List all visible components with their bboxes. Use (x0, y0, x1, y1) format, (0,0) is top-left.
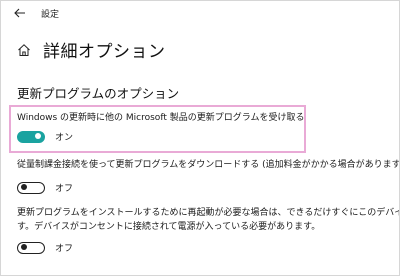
toggle-switch[interactable] (17, 130, 45, 143)
option-description: Windows の更新時に他の Microsoft 製品の更新プログラムを受け取… (17, 113, 305, 123)
toggle-knob (21, 244, 27, 250)
toggle-row: オフ (17, 241, 399, 254)
toggle-switch[interactable] (17, 181, 45, 194)
back-button[interactable] (11, 4, 29, 22)
toggle-state-label: オン (55, 133, 74, 143)
option-restart-asap: 更新プログラムをインストールするために再起動が必要な場合は、できるだけすぐにこの… (17, 206, 399, 254)
toggle-row: オフ (17, 181, 399, 194)
settings-window: 設定 詳細オプション 更新プログラムのオプション Windows の更新時に他の… (0, 0, 400, 276)
toggle-state-label: オフ (55, 184, 74, 194)
toggle-knob (35, 133, 41, 139)
home-icon[interactable] (17, 42, 33, 58)
option-description-line-1: 更新プログラムをインストールするために再起動が必要な場合は、できるだけすぐにこの… (17, 208, 400, 218)
page-title: 詳細オプション (43, 42, 166, 62)
option-description-line-2: す。デバイスがコンセントに接続されて電源が入っている必要があります。 (17, 222, 321, 232)
option-other-microsoft-products: Windows の更新時に他の Microsoft 製品の更新プログラムを受け取… (17, 111, 399, 143)
option-metered-connection: 従量制課金接続を使って更新プログラムをダウンロードする (追加料金がかかる場合が… (17, 158, 399, 194)
section-title: 更新プログラムのオプション (17, 86, 180, 101)
app-title: 設定 (41, 10, 60, 20)
toggle-state-label: オフ (55, 244, 74, 254)
back-arrow-icon (14, 8, 25, 18)
toggle-switch[interactable] (17, 241, 45, 254)
toggle-row: オン (17, 130, 399, 143)
toggle-knob (21, 184, 27, 190)
title-bar: 設定 (1, 1, 399, 27)
option-description: 従量制課金接続を使って更新プログラムをダウンロードする (追加料金がかかる場合が… (17, 160, 400, 170)
page-header: 詳細オプション (17, 37, 166, 62)
